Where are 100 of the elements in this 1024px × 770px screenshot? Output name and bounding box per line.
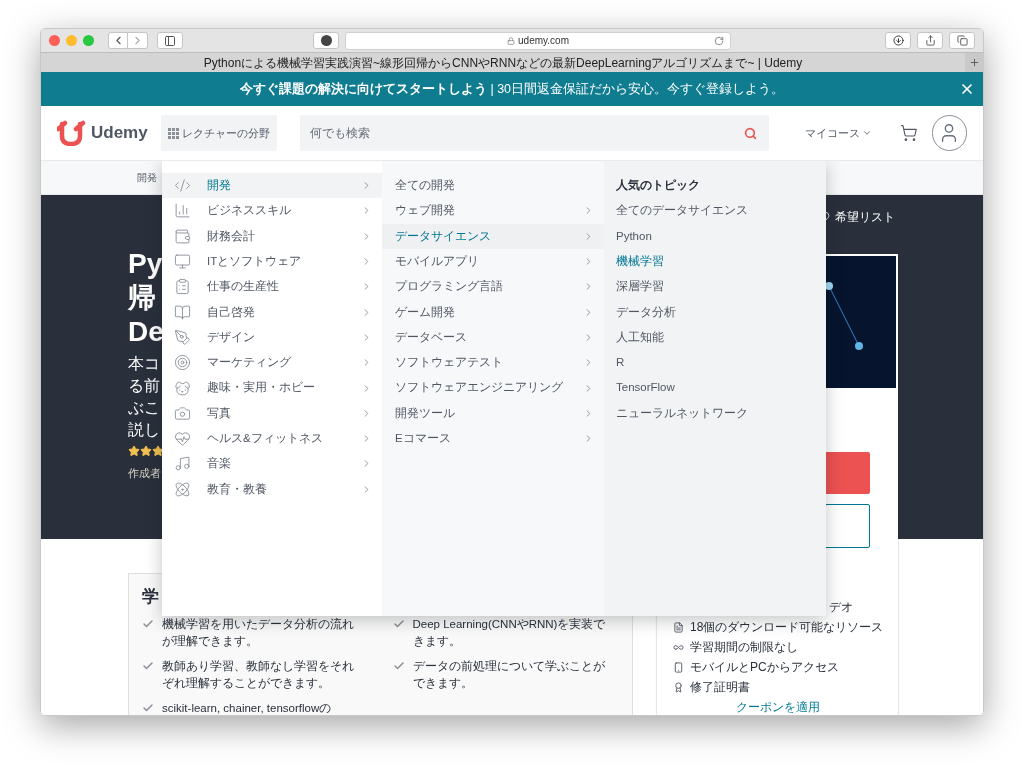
topic-link[interactable]: 人工知能	[604, 324, 826, 351]
privacy-button[interactable]	[313, 32, 339, 49]
check-icon	[142, 701, 154, 714]
category-menu-item[interactable]: マーケティング	[162, 350, 382, 376]
learning-heading: 学	[142, 586, 160, 608]
topic-link[interactable]: R	[604, 350, 826, 376]
subcategory-menu-item[interactable]: ゲーム開発	[382, 299, 604, 325]
wallet-icon	[174, 227, 191, 245]
file-icon	[673, 621, 684, 633]
logo-text: Udemy	[91, 122, 148, 145]
category-menu-item[interactable]: 写真	[162, 400, 382, 426]
clipboard-icon	[174, 278, 191, 296]
logo-icon	[57, 120, 87, 146]
download-button[interactable]	[885, 32, 911, 49]
sidebar-icon	[164, 34, 176, 47]
learning-item: データの前処理について学ぶことができます。	[412, 658, 606, 691]
course-title-line: 帰	[128, 281, 157, 315]
learning-item: Deep Learning(CNNやRNN)を実装できます。	[412, 616, 607, 649]
tabs-button[interactable]	[949, 32, 975, 49]
category-menu-item[interactable]: 自己啓発	[162, 299, 382, 325]
subcategory-menu-item[interactable]: ソフトウェアエンジニアリング	[382, 375, 604, 401]
course-subtitle-line: ぶこ	[128, 398, 161, 418]
subcategory-menu-item[interactable]: ソフトウェアテスト	[382, 350, 604, 376]
topic-link[interactable]: 深層学習	[604, 274, 826, 300]
category-menu-item[interactable]: 財務会計	[162, 223, 382, 249]
topic-link[interactable]: 機械学習	[604, 248, 826, 275]
banner-text: 今すぐ課題の解決に向けてスタートしよう | 30日間返金保証だから安心。今すぐ登録しよう。	[239, 80, 785, 98]
share-button[interactable]	[917, 32, 943, 49]
includes-item: 18個のダウンロード可能なリソース	[690, 619, 884, 635]
coupon-link[interactable]: クーポンを適用	[735, 699, 820, 715]
includes-item: モバイルとPCからアクセス	[690, 659, 839, 675]
url-text: udemy.com	[518, 34, 569, 48]
topic-link[interactable]: TensorFlow	[604, 375, 826, 401]
dog-icon	[174, 379, 191, 397]
subcategory-menu-item[interactable]: 全ての開発	[382, 173, 604, 199]
bar-chart-icon	[174, 202, 191, 220]
privacy-icon	[320, 35, 332, 46]
monitor-icon	[174, 253, 191, 271]
logo[interactable]: Udemy	[57, 120, 148, 146]
tabs-icon	[956, 35, 968, 46]
topic-link[interactable]: データ分析	[604, 299, 826, 325]
category-menu-item[interactable]: ITとソフトウェア	[162, 248, 382, 275]
topic-link[interactable]: Python	[604, 223, 826, 249]
subcategory-menu-item[interactable]: データベース	[382, 324, 604, 351]
category-menu-item[interactable]: ヘルス&フィットネス	[162, 425, 382, 452]
back-button[interactable]	[108, 32, 128, 49]
code-window-icon	[174, 177, 191, 195]
course-subtitle-line: 本コ	[128, 354, 161, 374]
check-icon	[142, 617, 154, 630]
pen-icon	[174, 328, 191, 346]
category-menu-item[interactable]: 音楽	[162, 451, 382, 477]
category-menu-item[interactable]: 教育・教養	[162, 476, 382, 502]
category-menu-item[interactable]: 開発	[162, 173, 382, 199]
my-courses-button[interactable]: マイコース	[804, 124, 872, 142]
heart-pulse-icon	[174, 430, 191, 448]
award-icon	[673, 681, 684, 693]
topics-heading: 人気のトピック	[615, 178, 701, 193]
categories-button[interactable]: レクチャーの分野	[160, 115, 277, 151]
target-icon	[174, 354, 191, 372]
subcategory-menu-item[interactable]: プログラミング言語	[382, 274, 604, 300]
check-icon	[142, 659, 154, 672]
grid-icon	[167, 127, 179, 139]
atom-icon	[174, 480, 191, 498]
search-field[interactable]: 何でも検索	[299, 115, 769, 151]
tab-title: Pythonによる機械学習実践演習~線形回帰からCNNやRNNなどの最新DeepLearningアルゴリズムまで~ | Udemy	[203, 55, 803, 70]
close-icon	[959, 81, 975, 97]
address-bar[interactable]: udemy.com	[345, 31, 731, 50]
cart-icon[interactable]	[899, 124, 918, 142]
course-title-line: De	[128, 315, 164, 349]
camera-icon	[174, 404, 191, 422]
topic-link[interactable]: 全てのデータサイエンス	[604, 198, 826, 224]
sidebar-button[interactable]	[157, 32, 183, 49]
chevron-down-icon	[861, 128, 872, 138]
topic-link[interactable]: ニューラルネットワーク	[604, 400, 826, 426]
plus-icon	[968, 57, 980, 68]
check-icon	[392, 659, 405, 672]
category-nav-link[interactable]: 開発	[137, 170, 157, 185]
subcategory-menu-item[interactable]: Eコマース	[382, 425, 604, 452]
subcategory-menu-item[interactable]: 開発ツール	[382, 400, 604, 426]
new-tab-button[interactable]	[965, 53, 983, 72]
course-title-line: Py	[128, 247, 164, 281]
subcategory-menu-item[interactable]: ウェブ開発	[382, 198, 604, 224]
category-menu-item[interactable]: 仕事の生産性	[162, 274, 382, 300]
star-icon	[152, 445, 162, 457]
reload-icon[interactable]	[714, 35, 724, 46]
check-icon	[392, 617, 405, 630]
search-icon[interactable]	[743, 126, 757, 140]
category-menu-item[interactable]: 趣味・実用・ホビー	[162, 375, 382, 401]
subcategory-menu-item[interactable]: モバイルアプリ	[382, 248, 604, 275]
subcategory-menu-item[interactable]: データサイエンス	[382, 223, 604, 249]
category-menu-item[interactable]: デザイン	[162, 324, 382, 351]
close-button[interactable]	[959, 81, 975, 97]
star-icon	[128, 445, 140, 457]
close-window-button[interactable]	[49, 35, 60, 46]
includes-item: 修了証明書	[690, 679, 750, 695]
includes-item: 学習期間の制限なし	[690, 639, 798, 655]
course-subtitle-line: る前	[128, 376, 161, 396]
star-icon	[140, 445, 152, 457]
book-icon	[174, 303, 191, 321]
category-menu-item[interactable]: ビジネススキル	[162, 198, 382, 224]
